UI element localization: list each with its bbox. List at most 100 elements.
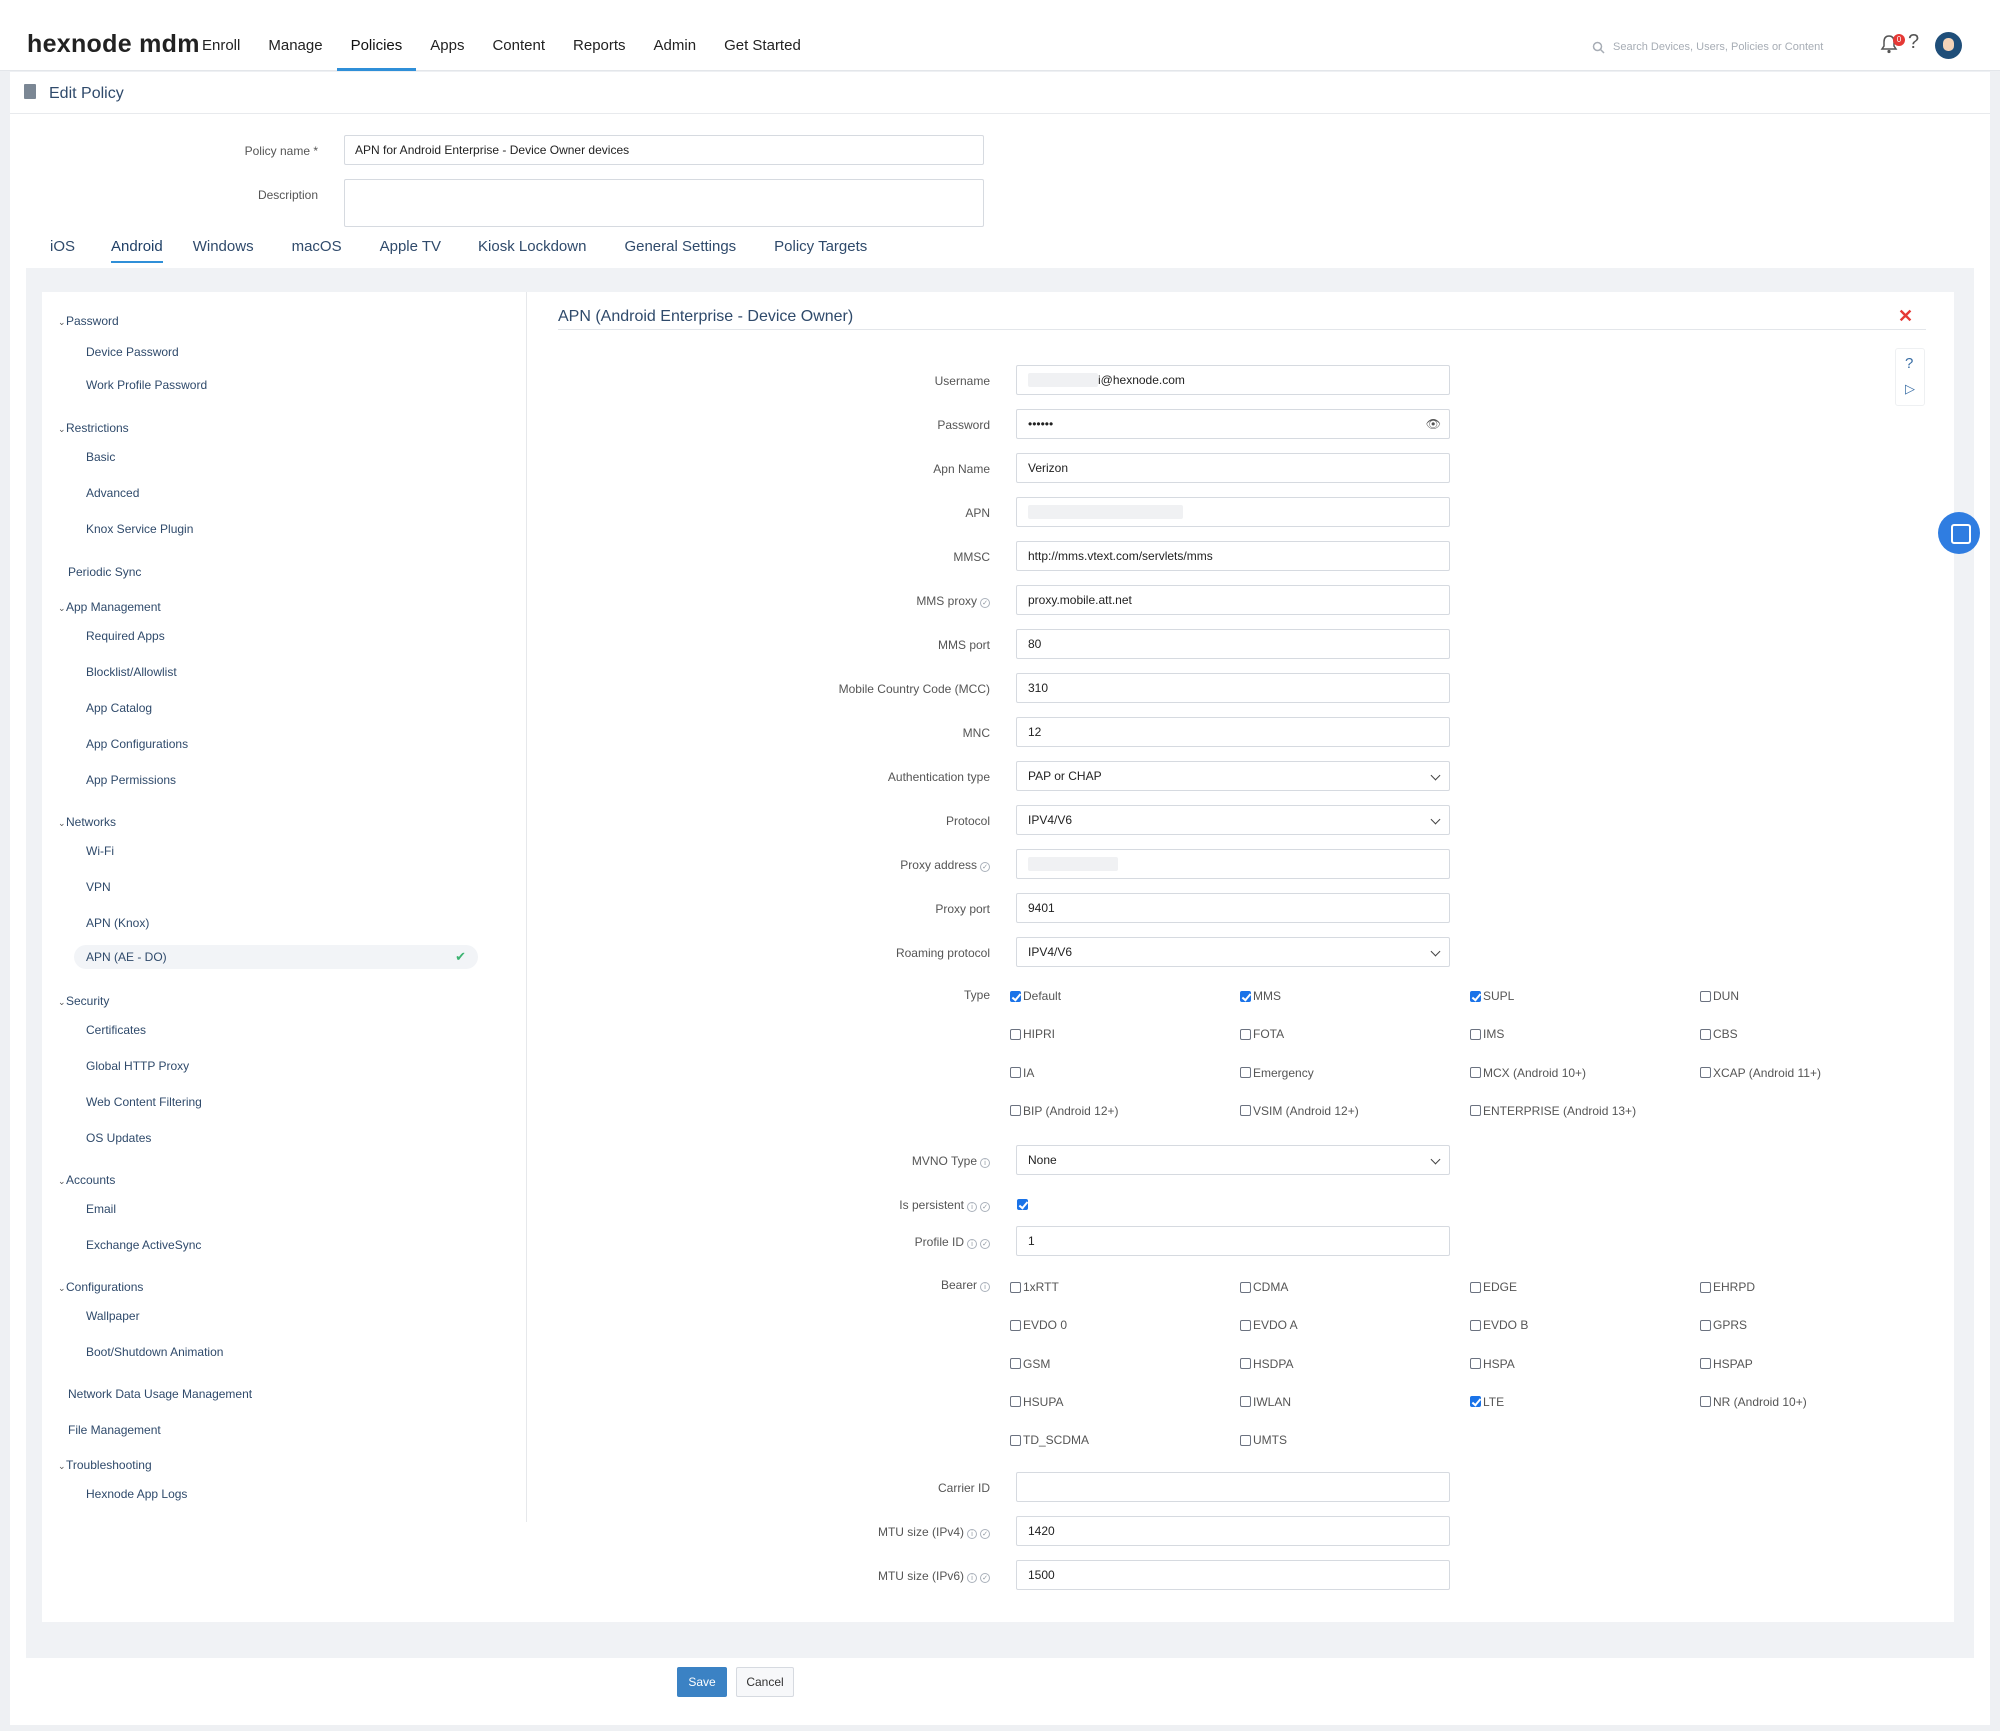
bearer-checkbox[interactable]: HSUPA [1010, 1395, 1063, 1409]
mtu-ipv6-input[interactable]: 1500 [1016, 1560, 1450, 1590]
tab-windows[interactable]: Windows [193, 238, 254, 263]
password-input[interactable]: •••••• 👁 [1016, 409, 1450, 439]
is-persistent-checkbox[interactable] [1017, 1199, 1030, 1210]
nav-reports[interactable]: Reports [559, 0, 640, 71]
mvno-type-select[interactable]: None [1016, 1145, 1450, 1175]
save-button[interactable]: Save [677, 1667, 727, 1697]
mcc-input[interactable]: 310 [1016, 673, 1450, 703]
type-checkbox[interactable]: MCX (Android 10+) [1470, 1066, 1586, 1080]
apn-name-input[interactable]: Verizon [1016, 453, 1450, 483]
sidebar-group-networks[interactable]: ⌄Networks [58, 815, 116, 829]
mms-proxy-input[interactable]: proxy.mobile.att.net [1016, 585, 1450, 615]
type-checkbox[interactable]: ENTERPRISE (Android 13+) [1470, 1104, 1636, 1118]
sidebar-group-network-data-usage[interactable]: Network Data Usage Management [68, 1387, 252, 1401]
bearer-checkbox[interactable]: 1xRTT [1010, 1280, 1059, 1294]
sidebar-item-certificates[interactable]: Certificates [86, 1023, 146, 1037]
tab-macos[interactable]: macOS [292, 238, 342, 263]
sidebar-item-wifi[interactable]: Wi-Fi [86, 844, 114, 858]
policy-name-input[interactable]: APN for Android Enterprise - Device Owne… [344, 135, 984, 165]
sidebar-item-knox-service-plugin[interactable]: Knox Service Plugin [86, 522, 193, 536]
bearer-checkbox[interactable]: CDMA [1240, 1280, 1288, 1294]
type-checkbox[interactable]: IMS [1470, 1027, 1504, 1041]
bearer-checkbox[interactable]: EVDO A [1240, 1318, 1298, 1332]
sidebar-item-apn-knox[interactable]: APN (Knox) [86, 916, 149, 930]
sidebar-item-app-configurations[interactable]: App Configurations [86, 737, 188, 751]
nav-admin[interactable]: Admin [640, 0, 711, 71]
bearer-checkbox[interactable]: LTE [1470, 1395, 1504, 1409]
auth-type-select[interactable]: PAP or CHAP [1016, 761, 1450, 791]
bearer-checkbox[interactable]: GSM [1010, 1357, 1050, 1371]
tab-ios[interactable]: iOS [50, 238, 75, 263]
sidebar-group-periodic-sync[interactable]: Periodic Sync [68, 565, 141, 579]
nav-manage[interactable]: Manage [254, 0, 336, 71]
sidebar-item-wallpaper[interactable]: Wallpaper [86, 1309, 140, 1323]
eye-icon[interactable]: 👁 [1426, 417, 1441, 431]
tab-policy-targets[interactable]: Policy Targets [774, 238, 867, 263]
type-checkbox[interactable]: MMS [1240, 989, 1281, 1003]
roaming-protocol-select[interactable]: IPV4/V6 [1016, 937, 1450, 967]
help-icon[interactable]: ? [1908, 31, 1919, 54]
nav-content[interactable]: Content [478, 0, 559, 71]
tab-general-settings[interactable]: General Settings [624, 238, 736, 263]
hexnode-logo[interactable]: hexnode mdm [27, 30, 200, 59]
sidebar-item-app-catalog[interactable]: App Catalog [86, 701, 152, 715]
sidebar-group-troubleshooting[interactable]: ⌄Troubleshooting [58, 1458, 152, 1472]
profile-id-input[interactable]: 1 [1016, 1226, 1450, 1256]
carrier-id-input[interactable] [1016, 1472, 1450, 1502]
bearer-checkbox[interactable]: EDGE [1470, 1280, 1517, 1294]
type-checkbox[interactable]: IA [1010, 1066, 1034, 1080]
sidebar-item-apn-ae-do[interactable]: APN (AE - DO) ✔ [74, 945, 478, 969]
type-checkbox[interactable]: BIP (Android 12+) [1010, 1104, 1119, 1118]
mmsc-input[interactable]: http://mms.vtext.com/servlets/mms [1016, 541, 1450, 571]
bearer-checkbox[interactable]: HSPAP [1700, 1357, 1753, 1371]
nav-get-started[interactable]: Get Started [710, 0, 815, 71]
bearer-checkbox[interactable]: EVDO B [1470, 1318, 1528, 1332]
sidebar-item-vpn[interactable]: VPN [86, 880, 111, 894]
chat-icon[interactable] [1938, 512, 1980, 554]
type-checkbox[interactable]: FOTA [1240, 1027, 1284, 1041]
sidebar-item-os-updates[interactable]: OS Updates [86, 1131, 151, 1145]
bearer-checkbox[interactable]: GPRS [1700, 1318, 1747, 1332]
type-checkbox[interactable]: XCAP (Android 11+) [1700, 1066, 1821, 1080]
type-checkbox[interactable]: DUN [1700, 989, 1739, 1003]
type-checkbox[interactable]: VSIM (Android 12+) [1240, 1104, 1359, 1118]
sidebar-item-email[interactable]: Email [86, 1202, 116, 1216]
protocol-select[interactable]: IPV4/V6 [1016, 805, 1450, 835]
username-input[interactable]: i@hexnode.com [1016, 365, 1450, 395]
proxy-port-input[interactable]: 9401 [1016, 893, 1450, 923]
apn-input[interactable] [1016, 497, 1450, 527]
sidebar-item-app-permissions[interactable]: App Permissions [86, 773, 176, 787]
sidebar-item-work-profile-password[interactable]: Work Profile Password [86, 378, 207, 392]
cancel-button[interactable]: Cancel [736, 1667, 794, 1697]
sidebar-item-basic[interactable]: Basic [86, 450, 115, 464]
nav-enroll[interactable]: Enroll [188, 0, 254, 71]
proxy-address-input[interactable] [1016, 849, 1450, 879]
bearer-checkbox[interactable]: HSPA [1470, 1357, 1515, 1371]
tab-apple-tv[interactable]: Apple TV [380, 238, 441, 263]
nav-policies[interactable]: Policies [336, 0, 417, 71]
sidebar-group-configurations[interactable]: ⌄Configurations [58, 1280, 143, 1294]
sidebar-item-device-password[interactable]: Device Password [86, 345, 179, 359]
bearer-checkbox[interactable]: EHRPD [1700, 1280, 1755, 1294]
description-textarea[interactable] [344, 179, 984, 227]
sidebar-item-web-content-filtering[interactable]: Web Content Filtering [86, 1095, 202, 1109]
sidebar-item-advanced[interactable]: Advanced [86, 486, 139, 500]
bearer-checkbox[interactable]: UMTS [1240, 1433, 1287, 1447]
bearer-checkbox[interactable]: HSDPA [1240, 1357, 1293, 1371]
sidebar-item-blocklist-allowlist[interactable]: Blocklist/Allowlist [86, 665, 177, 679]
play-icon[interactable]: ▷ [1905, 381, 1915, 397]
bearer-checkbox[interactable]: NR (Android 10+) [1700, 1395, 1807, 1409]
nav-apps[interactable]: Apps [416, 0, 478, 71]
sidebar-group-app-management[interactable]: ⌄App Management [58, 600, 161, 614]
type-checkbox[interactable]: Emergency [1240, 1066, 1314, 1080]
close-icon[interactable]: ✕ [1898, 306, 1913, 327]
sidebar-item-hexnode-app-logs[interactable]: Hexnode App Logs [86, 1487, 187, 1501]
mtu-ipv4-input[interactable]: 1420 [1016, 1516, 1450, 1546]
tab-android[interactable]: Android [111, 238, 163, 263]
type-checkbox[interactable]: Default [1010, 989, 1061, 1003]
sidebar-item-exchange-activesync[interactable]: Exchange ActiveSync [86, 1238, 201, 1252]
mms-port-input[interactable]: 80 [1016, 629, 1450, 659]
tab-kiosk-lockdown[interactable]: Kiosk Lockdown [478, 238, 586, 263]
bearer-checkbox[interactable]: EVDO 0 [1010, 1318, 1067, 1332]
type-checkbox[interactable]: CBS [1700, 1027, 1738, 1041]
